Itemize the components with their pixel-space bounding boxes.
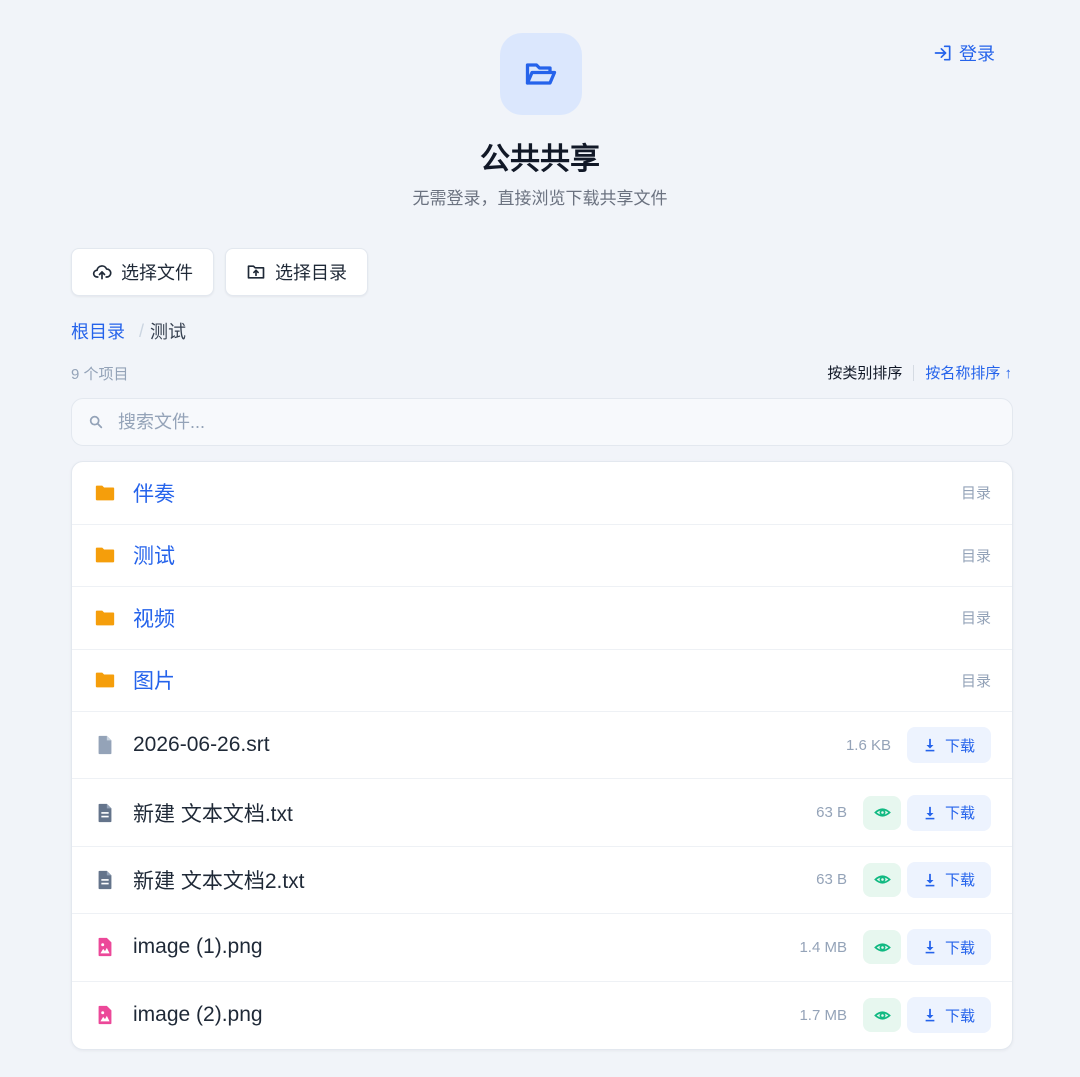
folder-icon: [94, 482, 116, 504]
eye-icon: [873, 875, 891, 885]
folder-icon: [94, 607, 116, 629]
download-icon: [925, 873, 935, 887]
share-logo: [500, 33, 582, 115]
login-link[interactable]: 登录: [933, 40, 995, 66]
eye-icon: [873, 943, 891, 952]
breadcrumb: 根目录 / 测试: [71, 318, 186, 344]
login-label: 登录: [959, 44, 995, 64]
preview-button[interactable]: [863, 862, 901, 897]
search-bar: [71, 398, 1013, 446]
file-name: image (2).png: [133, 1003, 263, 1027]
download-label: 下载: [944, 872, 975, 890]
breadcrumb-root[interactable]: 根目录: [71, 318, 125, 344]
cloud-upload-icon: [92, 265, 112, 280]
sort-divider: [913, 364, 915, 381]
text-file-icon: [94, 869, 116, 891]
download-label: 下载: [944, 805, 975, 823]
preview-button[interactable]: [863, 795, 901, 830]
search-icon: [89, 415, 103, 429]
file-name: image (1).png: [133, 935, 263, 959]
file-name: 新建 文本文档2.txt: [133, 869, 305, 893]
preview-button[interactable]: [863, 998, 901, 1033]
sort-by-category-button[interactable]: 按类别排序: [827, 362, 902, 383]
image-file-icon: [94, 1004, 116, 1026]
generic-file-icon: [94, 734, 116, 756]
select-files-button[interactable]: 选择文件: [71, 248, 214, 296]
download-label: 下载: [944, 1007, 975, 1025]
download-button[interactable]: 下载: [907, 861, 991, 898]
sort-by-name-button[interactable]: 按名称排序 ↑: [925, 362, 1012, 383]
directory-type: 目录: [960, 610, 991, 628]
download-button[interactable]: 下载: [907, 997, 991, 1034]
folder-icon: [94, 544, 116, 566]
breadcrumb-current: 测试: [150, 322, 187, 342]
action-bar: 选择文件 选择目录: [71, 248, 368, 296]
directory-type: 目录: [960, 672, 991, 690]
directory-name: 测试: [133, 545, 175, 569]
select-files-label: 选择文件: [121, 263, 193, 283]
file-size: 1.6 KB: [845, 736, 891, 754]
folder-upload-icon: [247, 265, 265, 279]
directory-row[interactable]: 视频 目录: [72, 587, 1012, 650]
file-row: image (1).png 1.4 MB 下载: [72, 914, 1012, 982]
directory-row[interactable]: 伴奏 目录: [72, 462, 1012, 525]
file-row: 2026-06-26.srt 1.6 KB 下载: [72, 712, 1012, 780]
file-row: 新建 文本文档.txt 63 B 下载: [72, 779, 1012, 847]
download-icon: [925, 806, 935, 819]
directory-name: 图片: [133, 670, 175, 694]
page-subtitle: 无需登录，直接浏览下载共享文件: [412, 189, 668, 208]
file-name: 2026-06-26.srt: [133, 733, 270, 757]
image-file-icon: [94, 936, 116, 958]
download-icon: [925, 1009, 935, 1022]
sort-controls: 按类别排序 按名称排序 ↑: [827, 362, 1012, 383]
download-icon: [925, 739, 935, 752]
directory-row[interactable]: 测试 目录: [72, 525, 1012, 587]
directory-row[interactable]: 图片 目录: [72, 650, 1012, 712]
file-row: 新建 文本文档2.txt 63 B 下载: [72, 847, 1012, 915]
file-size: 63 B: [816, 804, 847, 822]
file-list: 伴奏 目录 测试 目录 视频 目录 图片 目录 2026-06-26.srt 1…: [71, 461, 1013, 1050]
preview-button[interactable]: [863, 930, 901, 965]
file-size: 1.4 MB: [799, 938, 847, 956]
file-size: 63 B: [816, 871, 847, 889]
download-button[interactable]: 下载: [907, 929, 991, 966]
folder-open-icon: [525, 63, 557, 85]
eye-icon: [873, 1011, 891, 1020]
download-button[interactable]: 下载: [907, 794, 991, 831]
text-file-icon: [94, 802, 116, 824]
file-size: 1.7 MB: [799, 1006, 847, 1024]
select-directory-label: 选择目录: [275, 263, 347, 283]
download-icon: [925, 941, 935, 954]
file-name: 新建 文本文档.txt: [133, 802, 293, 826]
search-input[interactable]: [118, 411, 998, 433]
select-directory-button[interactable]: 选择目录: [225, 248, 368, 296]
download-label: 下载: [944, 737, 975, 755]
directory-name: 伴奏: [133, 482, 175, 506]
breadcrumb-separator: /: [139, 320, 145, 341]
directory-type: 目录: [960, 547, 991, 565]
login-icon: [934, 45, 951, 61]
item-count: 9 个项目: [71, 366, 129, 383]
download-button[interactable]: 下载: [907, 727, 991, 764]
download-label: 下载: [944, 939, 975, 957]
page-title: 公共共享: [480, 143, 600, 176]
folder-icon: [94, 669, 116, 691]
eye-icon: [873, 808, 891, 817]
directory-name: 视频: [133, 607, 175, 631]
file-row: image (2).png 1.7 MB 下载: [72, 982, 1012, 1049]
directory-type: 目录: [960, 485, 991, 503]
